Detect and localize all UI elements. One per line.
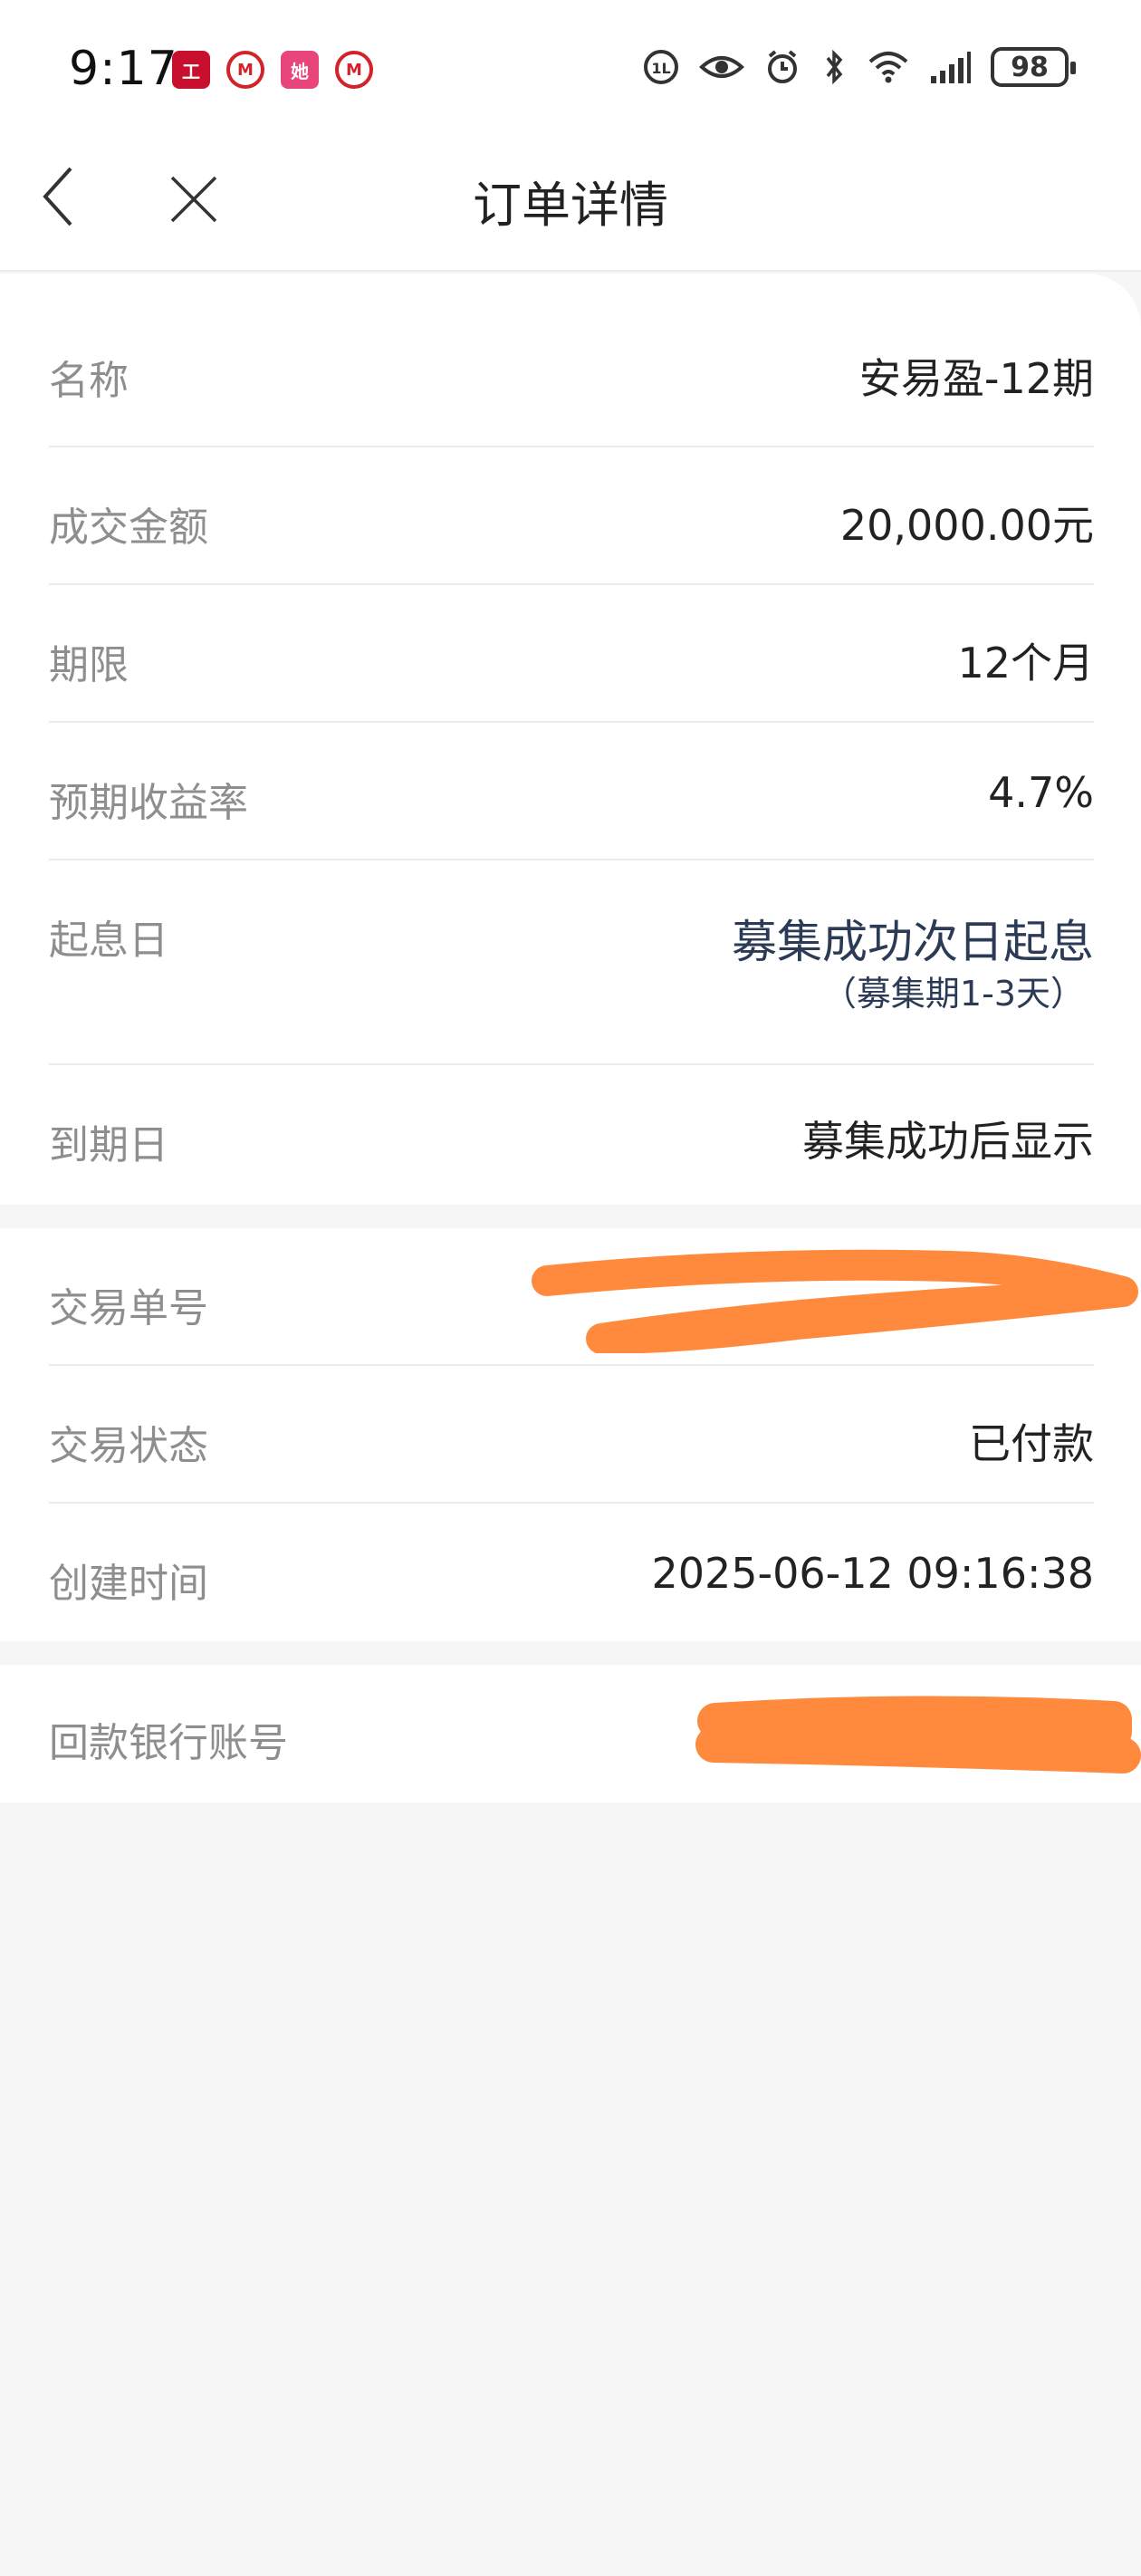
transaction-row-created: 创建时间 2025-06-12 09:16:38 [49, 1504, 1094, 1641]
detail-row-amount: 成交金额 20,000.00元 [49, 447, 1094, 585]
bluetooth-icon [826, 49, 843, 85]
amount-value: 20,000.00元 [839, 501, 1094, 550]
start-date-value: 募集成功次日起息 [732, 916, 1094, 968]
alarm-icon [768, 50, 797, 83]
detail-row-start-date: 起息日 募集成功次日起息 （募集期1-3天） [49, 860, 1094, 1065]
signal-icon [931, 52, 971, 83]
detail-row-name: 名称 安易盈-12期 [49, 274, 1094, 447]
status-label: 交易状态 [49, 1423, 208, 1469]
system-icons: 1L 98 [643, 47, 1076, 87]
refund-account-redaction [695, 1696, 1141, 1773]
notification-icons: 工 M 她 M [172, 51, 373, 89]
refund-account-label: 回款银行账号 [49, 1720, 288, 1766]
name-value: 安易盈-12期 [858, 354, 1094, 403]
maturity-value: 募集成功后显示 [802, 1117, 1094, 1166]
start-date-note: （募集期1-3天） [821, 974, 1085, 1014]
order-no-redaction [532, 1249, 1138, 1353]
status-value: 已付款 [969, 1419, 1094, 1468]
detail-row-maturity: 到期日 募集成功后显示 [49, 1065, 1094, 1203]
amount-label: 成交金额 [49, 505, 208, 551]
detail-row-term: 期限 12个月 [49, 585, 1094, 723]
svg-text:1L: 1L [651, 60, 670, 77]
clock: 9:17 [69, 42, 178, 96]
status-bar: 9:17 工 M 她 M 1L 98 [0, 0, 1141, 136]
refund-account-card: 回款银行账号 [0, 1665, 1141, 1802]
page-title: 订单详情 [473, 177, 668, 234]
maturity-label: 到期日 [49, 1122, 168, 1168]
battery-level: 98 [1011, 51, 1049, 83]
eye-icon [699, 56, 744, 78]
detail-row-yield: 预期收益率 4.7% [49, 723, 1094, 860]
transaction-card: 交易单号 交易状态 已付款 创建时间 2025-06-12 09:16:38 [0, 1228, 1141, 1641]
refund-account-row: 回款银行账号 [49, 1665, 1141, 1802]
name-label: 名称 [49, 358, 129, 404]
transaction-row-status: 交易状态 已付款 [49, 1366, 1094, 1504]
she-app-icon: 她 [281, 51, 319, 89]
term-label: 期限 [49, 642, 129, 688]
created-value: 2025-06-12 09:16:38 [651, 1549, 1094, 1598]
cmb-app-icon: M [335, 51, 373, 89]
wifi-icon [868, 52, 908, 83]
order-no-label: 交易单号 [49, 1285, 208, 1331]
transaction-row-order-no: 交易单号 [49, 1228, 1138, 1366]
cmb-app-icon: M [226, 51, 264, 89]
yield-value: 4.7% [988, 768, 1094, 817]
battery-indicator: 98 [991, 47, 1076, 87]
yield-label: 预期收益率 [49, 780, 248, 826]
created-label: 创建时间 [49, 1561, 208, 1607]
product-detail-card: 名称 安易盈-12期 成交金额 20,000.00元 期限 12个月 预期收益率… [0, 274, 1141, 1205]
bank-app-icon: 工 [172, 51, 210, 89]
hd-icon: 1L [644, 50, 678, 84]
start-date-label: 起息日 [49, 918, 168, 964]
term-value: 12个月 [957, 639, 1094, 687]
